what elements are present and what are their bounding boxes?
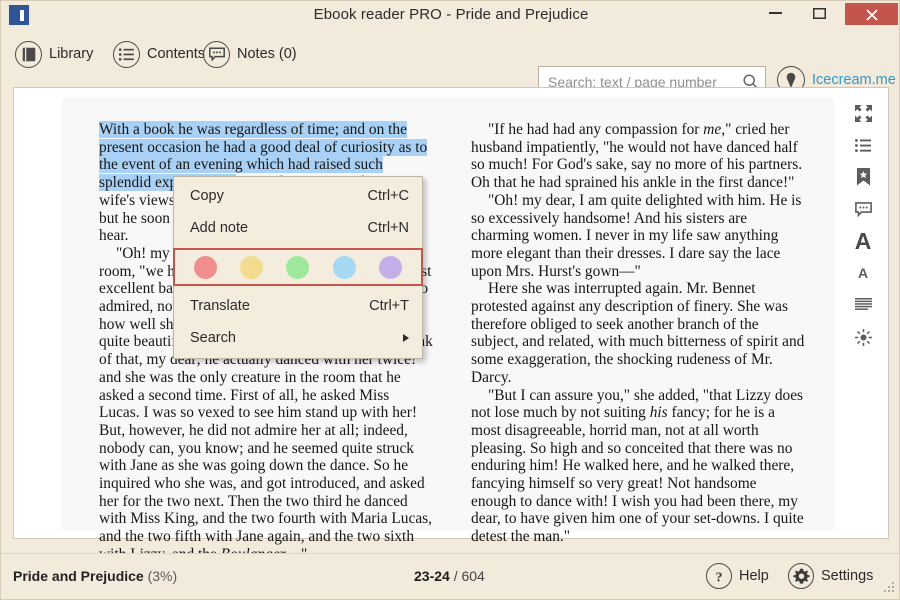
paragraph: "But I can assure you," she added, "that… — [471, 387, 805, 546]
font-increase-icon[interactable]: A — [850, 228, 876, 254]
red-highlight-swatch[interactable] — [193, 255, 217, 279]
status-progress: (3%) — [147, 568, 178, 584]
total-pages: 604 — [461, 568, 485, 584]
menu-item-label: Copy — [190, 188, 224, 204]
italic-text: his — [649, 404, 668, 422]
context-menu[interactable]: Copy Ctrl+C Add note Ctrl+N Translate Ct… — [173, 176, 423, 359]
status-book-title: Pride and Prejudice — [13, 568, 144, 584]
context-menu-item-copy[interactable]: Copy Ctrl+C — [174, 180, 422, 212]
speech-bubble-icon — [203, 40, 230, 68]
menu-item-label: Translate — [190, 298, 250, 314]
ebook-reader-window: Ebook reader PRO - Pride and Prejudice L… — [0, 0, 900, 600]
book-status: Pride and Prejudice (3%) — [13, 568, 177, 584]
book-icon — [15, 40, 42, 68]
menu-item-shortcut: Ctrl+T — [369, 298, 409, 314]
list-lines-icon[interactable] — [850, 134, 876, 156]
library-button[interactable]: Library — [15, 38, 93, 70]
close-button[interactable] — [845, 3, 898, 25]
reader-column-right[interactable]: "If he had had any compassion for me," c… — [471, 121, 805, 546]
brightness-icon[interactable] — [850, 326, 876, 348]
paragraph-text: that, my dear; he actually danced with h… — [99, 351, 432, 563]
list-icon — [113, 40, 140, 68]
menu-item-label: Search — [190, 330, 236, 346]
resize-grip[interactable] — [884, 582, 896, 594]
highlight-color-picker — [173, 248, 423, 286]
green-highlight-swatch[interactable] — [286, 255, 310, 279]
contents-button[interactable]: Contents — [113, 38, 205, 70]
maximize-button[interactable] — [799, 1, 840, 24]
brand-label: Icecream.me — [812, 72, 896, 88]
note-bubble-icon[interactable] — [850, 198, 876, 220]
help-button[interactable]: ? Help — [706, 563, 769, 589]
minimize-icon — [769, 12, 782, 14]
settings-label: Settings — [821, 568, 874, 584]
context-menu-item-search[interactable]: Search — [174, 322, 422, 354]
title-bar: Ebook reader PRO - Pride and Prejudice — [1, 1, 899, 29]
settings-button[interactable]: Settings — [788, 563, 873, 589]
main-toolbar: Library Contents Notes (0) Search: text … — [1, 29, 899, 97]
submenu-arrow-icon — [403, 334, 409, 342]
svg-text:?: ? — [716, 570, 723, 584]
fullscreen-icon[interactable] — [850, 102, 876, 124]
italic-text: me — [703, 121, 722, 138]
current-page: 23-24 — [414, 568, 450, 584]
minimize-button[interactable] — [755, 1, 796, 24]
paragraph: "Oh! my dear, I am quite delighted with … — [471, 191, 802, 280]
menu-item-shortcut: Ctrl+N — [367, 220, 410, 236]
notes-label: Notes (0) — [237, 46, 297, 62]
contents-label: Contents — [147, 46, 206, 62]
help-label: Help — [739, 568, 769, 584]
paragraph-text: "If he had had any compassion for — [488, 121, 704, 138]
line-spacing-icon[interactable] — [850, 294, 876, 316]
context-menu-item-translate[interactable]: Translate Ctrl+T — [174, 290, 422, 322]
purple-highlight-swatch[interactable] — [379, 255, 403, 279]
paragraph-text: fancy; for he is a most disagreeable, ho… — [471, 404, 804, 546]
gear-icon — [788, 563, 814, 589]
paragraph: "If he had had any compassion for me," c… — [471, 121, 805, 192]
menu-item-label: Add note — [190, 220, 249, 236]
maximize-icon — [813, 8, 826, 19]
page-separator: / — [449, 568, 462, 584]
font-decrease-icon[interactable]: A — [850, 262, 876, 284]
paragraph: Here she was interrupted again. Mr. Benn… — [471, 280, 805, 386]
library-label: Library — [49, 46, 94, 62]
status-bar: Pride and Prejudice (3%) 23-24 / 604 ? H… — [1, 553, 899, 599]
yellow-highlight-swatch[interactable] — [240, 255, 264, 279]
reader-tool-rail: A A — [848, 102, 878, 348]
menu-item-shortcut: Ctrl+C — [367, 188, 410, 204]
question-mark-icon: ? — [706, 563, 732, 589]
reader-page-frame: With a book he was regardless of time; a… — [13, 87, 889, 563]
blue-highlight-swatch[interactable] — [332, 255, 356, 279]
close-icon — [865, 9, 878, 21]
context-menu-item-add-note[interactable]: Add note Ctrl+N — [174, 212, 422, 244]
bookmark-icon[interactable] — [850, 166, 876, 188]
notes-button[interactable]: Notes (0) — [203, 38, 297, 70]
page-indicator: 23-24 / 604 — [414, 568, 485, 584]
